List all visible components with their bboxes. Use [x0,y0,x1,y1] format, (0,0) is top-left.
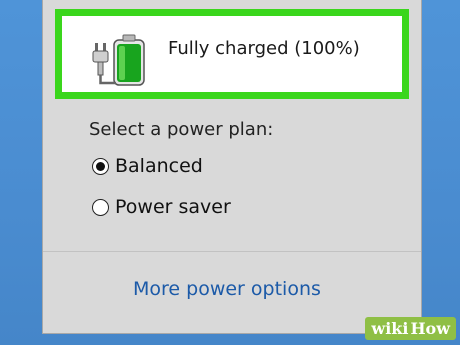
plan-option-power-saver[interactable]: Power saver [92,196,231,218]
plan-option-balanced[interactable]: Balanced [92,155,203,177]
radio-unselected-icon[interactable] [92,198,109,216]
battery-status-text: Fully charged (100%) [168,38,360,59]
battery-plug-icon [92,34,145,86]
watermark-wiki: wiki [365,316,411,340]
plan-heading: Select a power plan: [89,119,274,140]
plan-label: Power saver [115,196,231,218]
more-power-options-link[interactable]: More power options [133,278,321,300]
plan-label: Balanced [115,155,203,177]
wikihow-watermark: wiki How [365,314,456,342]
watermark-how: How [410,316,456,340]
divider [43,251,421,252]
radio-selected-icon[interactable] [92,157,109,175]
power-flyout: Fully charged (100%) Select a power plan… [42,0,422,334]
battery-status-panel: Fully charged (100%) [55,9,409,99]
